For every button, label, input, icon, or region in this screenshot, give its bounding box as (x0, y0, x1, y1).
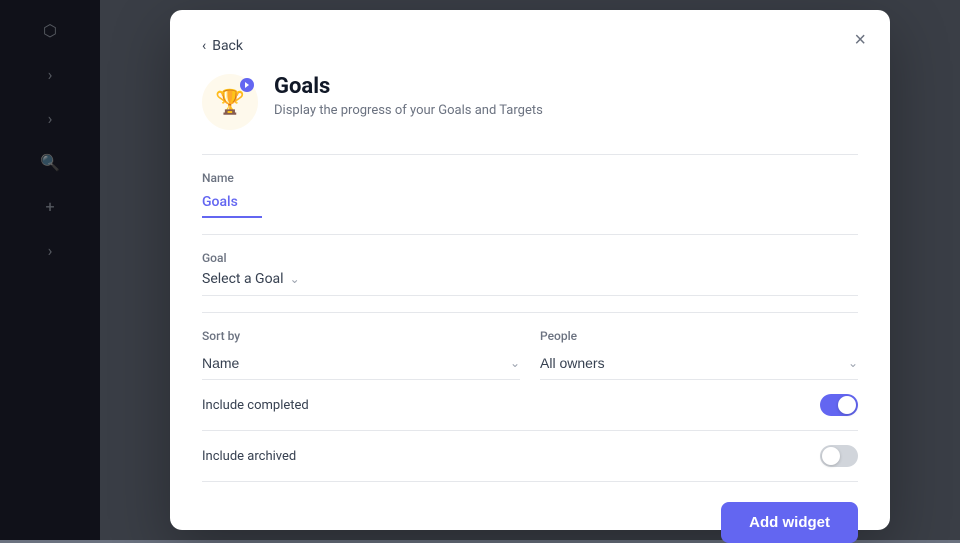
include-completed-row: Include completed (202, 380, 858, 431)
trophy-icon: 🏆 (215, 88, 245, 116)
modal-title: Goals (274, 74, 543, 99)
sort-chevron-icon: ⌄ (510, 356, 520, 370)
include-archived-label: Include archived (202, 449, 296, 464)
people-select[interactable]: All owners ⌄ (540, 349, 858, 380)
people-label: People (540, 329, 858, 343)
include-archived-row: Include archived (202, 431, 858, 482)
modal-header: 🏆 Goals Display the progress of your Goa… (202, 74, 858, 130)
people-chevron-icon: ⌄ (848, 356, 858, 370)
sort-value: Name (202, 355, 239, 371)
name-value[interactable]: Goals (202, 194, 262, 218)
header-text: Goals Display the progress of your Goals… (274, 74, 543, 118)
modal-container: × ‹ Back 🏆 Goals Display the progress of… (100, 0, 960, 540)
sort-section: Sort by Name ⌄ (202, 329, 520, 380)
sort-select[interactable]: Name ⌄ (202, 349, 520, 380)
toggle-thumb-completed (838, 396, 856, 414)
include-completed-toggle[interactable] (820, 394, 858, 416)
back-label: Back (212, 38, 243, 54)
modal-footer: Add widget (202, 502, 858, 543)
sort-people-row: Sort by Name ⌄ People All owners ⌄ (202, 329, 858, 380)
goal-label: Goal (202, 251, 858, 265)
toggle-thumb-archived (822, 447, 840, 465)
add-widget-button[interactable]: Add widget (721, 502, 858, 543)
goal-chevron-icon: ⌄ (290, 272, 300, 286)
goal-section: Goal Select a Goal ⌄ (202, 251, 858, 296)
modal-description: Display the progress of your Goals and T… (274, 103, 543, 118)
name-divider (202, 234, 858, 235)
name-section: Name Goals (202, 171, 858, 218)
close-button[interactable]: × (850, 26, 870, 54)
header-divider (202, 154, 858, 155)
back-arrow-icon: ‹ (202, 38, 206, 54)
goal-select[interactable]: Select a Goal ⌄ (202, 271, 858, 296)
back-link[interactable]: ‹ Back (202, 38, 243, 54)
people-section: People All owners ⌄ (540, 329, 858, 380)
people-value: All owners (540, 355, 605, 371)
goal-select-value: Select a Goal (202, 271, 284, 287)
include-archived-toggle[interactable] (820, 445, 858, 467)
goal-divider (202, 312, 858, 313)
sort-label: Sort by (202, 329, 520, 343)
include-completed-label: Include completed (202, 398, 309, 413)
header-icon-wrap: 🏆 (202, 74, 258, 130)
modal-dialog: × ‹ Back 🏆 Goals Display the progress of… (170, 10, 890, 530)
name-label: Name (202, 171, 858, 185)
header-icon-badge (240, 78, 254, 92)
